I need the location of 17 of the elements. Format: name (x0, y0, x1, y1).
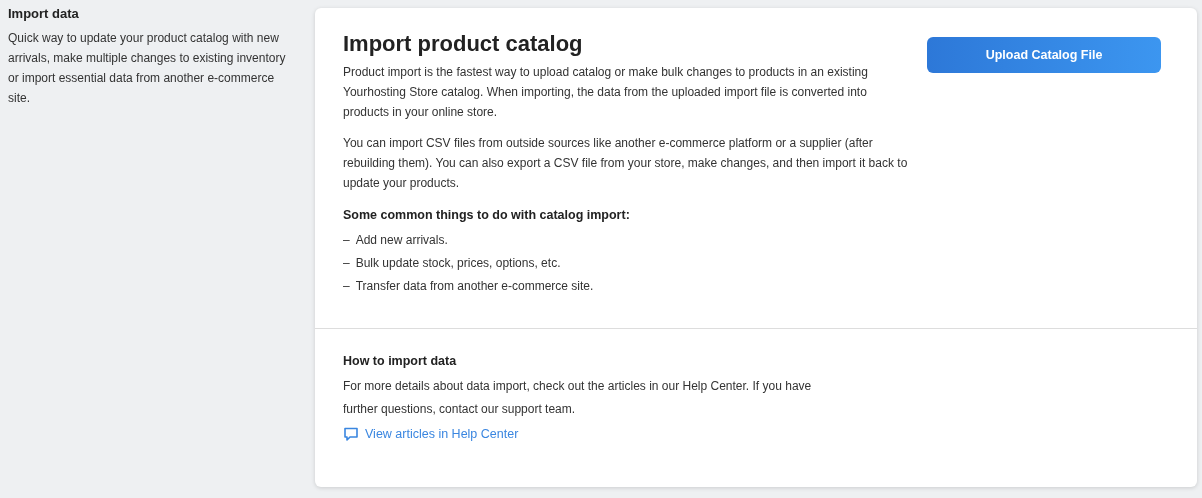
section-description: Quick way to update your product catalog with new arrivals, make multiple changes to existing inventory or import essential data from another e-commerce site. (8, 30, 287, 107)
upload-button[interactable]: Upload Catalog File (927, 37, 1161, 73)
list-dash: – (343, 232, 350, 249)
help-title: How to import data (343, 353, 458, 370)
list-dash: – (343, 255, 350, 272)
help-center-link[interactable]: View articles in Help Center (343, 425, 519, 444)
card-title: Import product catalog (343, 30, 584, 58)
chat-bubble-icon (343, 426, 359, 443)
description-paragraph: Product import is the fastest way to upload catalog or make bulk changes to products in an existing Yourhosting Store catalog. When importing, the data from the uploaded import file is converted into products in your online store. (343, 64, 869, 121)
section-title: Import data (8, 5, 80, 22)
help-text: For more details about data import, check out the articles in our Help Center. If you have further questions, contact our support team. (343, 378, 813, 418)
list-title: Some common things to do with catalog import: (343, 207, 631, 224)
list-item: Add new arrivals. (355, 232, 448, 249)
list-item: Transfer data from another e-commerce site. (355, 278, 594, 295)
list-dash: – (343, 278, 350, 295)
list-item: Bulk update stock, prices, options, etc. (355, 255, 561, 272)
description-paragraph: You can import CSV files from outside sources like another e-commerce platform or a supplier (after rebuilding them). You can also export a CSV file from your store, make changes, and then import it back to update your products. (343, 135, 909, 192)
